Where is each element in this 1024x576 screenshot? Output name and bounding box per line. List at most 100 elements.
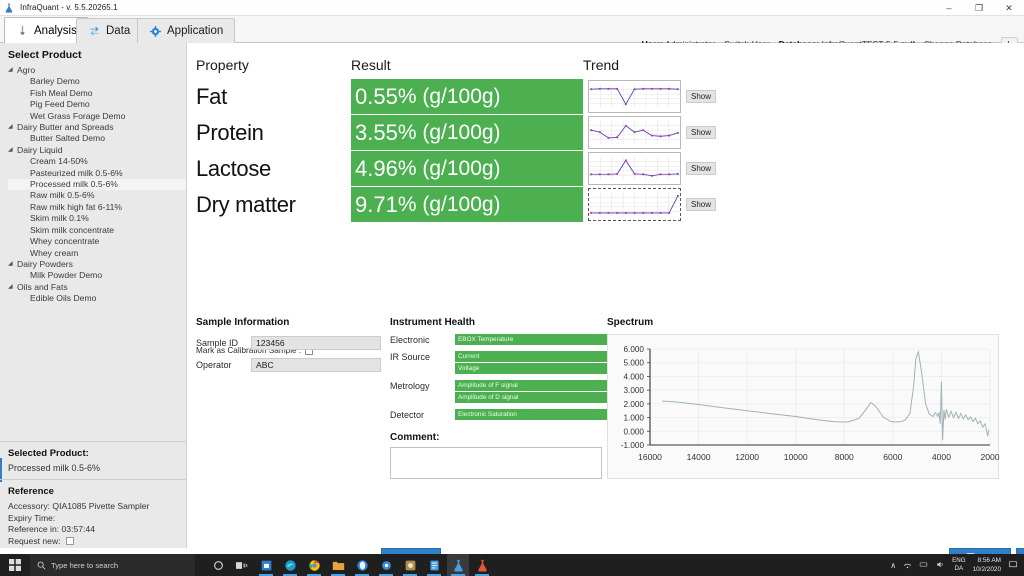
tree-item-pasteurized-milk-0-5-6-[interactable]: Pasteurized milk 0.5-6%	[8, 168, 186, 179]
tree-item-cream-14-50-[interactable]: Cream 14-50%	[8, 156, 186, 167]
taskbar-flask-app-icon[interactable]	[447, 554, 469, 576]
result-unit: % (g/100g)	[397, 192, 501, 216]
tray-language[interactable]: ENG DA	[952, 557, 965, 573]
result-value-lactose: 4.96 % (g/100g)	[351, 151, 583, 186]
tab-application[interactable]: Application	[137, 18, 236, 43]
health-bars: Current Voltage	[455, 351, 608, 374]
tray-network-icon[interactable]	[903, 560, 912, 571]
taskbar-task-view-icon[interactable]	[231, 554, 253, 576]
tree-item-milk-powder-demo[interactable]: Milk Powder Demo	[8, 270, 186, 281]
tree-item-whey-concentrate[interactable]: Whey concentrate	[8, 236, 186, 247]
tree-item-raw-milk-0-5-6-[interactable]: Raw milk 0.5-6%	[8, 190, 186, 201]
tree-group-label: Agro	[17, 65, 36, 75]
tray-time: 8:56 AM	[977, 557, 1001, 564]
request-new-checkbox[interactable]	[65, 536, 74, 545]
tab-application-label: Application	[167, 25, 224, 37]
operator-input[interactable]: ABC	[251, 358, 381, 372]
taskbar-edge-icon[interactable]	[279, 554, 301, 576]
tree-item-skim-milk-0-1-[interactable]: Skim milk 0.1%	[8, 213, 186, 224]
tree-item-whey-cream[interactable]: Whey cream	[8, 248, 186, 259]
windows-start-icon[interactable]	[0, 554, 30, 576]
tree-group-oils-and-fats[interactable]: ◢ Oils and Fats	[8, 282, 186, 293]
taskbar-app-icon[interactable]	[399, 554, 421, 576]
tray-drive-icon[interactable]	[919, 560, 928, 571]
tree-item-fish-meal-demo[interactable]: Fish Meal Demo	[8, 88, 186, 99]
trend-point	[590, 88, 593, 91]
tree-group-dairy-powders[interactable]: ◢ Dairy Powders	[8, 259, 186, 270]
trend-sparkline[interactable]	[588, 116, 681, 149]
tray-notification-icon[interactable]	[1008, 560, 1018, 571]
tree-item-raw-milk-high-fat-6-11-[interactable]: Raw milk high fat 6-11%	[8, 202, 186, 213]
trend-sparkline[interactable]	[588, 188, 681, 221]
spectrum-chart[interactable]: 6.000 5.000 4.000 3.000 2.000 1.000 0.000 -1.00…	[608, 335, 1000, 480]
search-placeholder: Type here to search	[51, 560, 119, 570]
health-row-metrology: Metrology Amplitude of F signal Amplitude …	[390, 380, 620, 403]
health-row-electronic: Electronic EBOX Temperature	[390, 334, 620, 345]
probe-icon	[16, 24, 29, 37]
taskbar-infraquant-icon[interactable]	[471, 554, 493, 576]
trend-point	[659, 212, 662, 214]
taskbar-cortana-icon[interactable]	[207, 554, 229, 576]
tray-clock[interactable]: 8:56 AM 10/2/2020	[973, 556, 1001, 574]
comment-input[interactable]	[390, 447, 602, 479]
tree-item-processed-milk-0-5-6-[interactable]: Processed milk 0.5-6%	[8, 179, 186, 191]
request-new-row: Request new:	[8, 536, 178, 548]
trend-point	[668, 173, 671, 176]
product-tree[interactable]: ◢ Agro Barley Demo Fish Meal Demo Pig Feed D…	[0, 65, 186, 305]
spectrum-x-tick: 12000	[735, 452, 759, 462]
tray-chevron-up-icon[interactable]: ∧	[890, 561, 896, 570]
sample-id-input[interactable]: 123456	[251, 336, 381, 350]
trend-point	[642, 212, 645, 214]
trend-sparkline[interactable]	[588, 80, 681, 113]
operator-label: Operator	[196, 360, 232, 370]
trend-point	[633, 131, 636, 134]
tree-item-skim-milk-concentrate[interactable]: Skim milk concentrate	[8, 225, 186, 236]
tree-group-agro[interactable]: ◢ Agro	[8, 65, 186, 76]
trend-point	[607, 212, 610, 214]
tree-group-dairy-liquid[interactable]: ◢ Dairy Liquid	[8, 145, 186, 156]
taskbar-chrome-icon[interactable]	[303, 554, 325, 576]
trend-point	[598, 131, 601, 134]
maximize-button[interactable]: ❐	[964, 0, 994, 16]
taskbar-media-icon[interactable]	[351, 554, 373, 576]
result-unit: % (g/100g)	[397, 84, 501, 108]
tree-item-pig-feed-demo[interactable]: Pig Feed Demo	[8, 99, 186, 110]
minimize-button[interactable]: –	[934, 0, 964, 16]
sample-id-label: Sample ID	[196, 338, 239, 348]
taskbar-folder-icon[interactable]	[327, 554, 349, 576]
expand-caret-icon[interactable]: ◢	[8, 145, 14, 156]
health-status-bar: Amplitude of D signal	[455, 392, 608, 403]
trend-point	[590, 129, 593, 132]
tray-volume-icon[interactable]	[935, 560, 945, 571]
close-button[interactable]: ✕	[994, 0, 1024, 16]
spectrum-y-tick: 4.000	[624, 372, 645, 381]
expand-caret-icon[interactable]: ◢	[8, 282, 14, 293]
tree-group-dairy-butter-and-spreads[interactable]: ◢ Dairy Butter and Spreads	[8, 122, 186, 133]
tree-item-barley-demo[interactable]: Barley Demo	[8, 76, 186, 87]
reference-title: Reference	[8, 486, 54, 497]
tree-item-wet-grass-forage-demo[interactable]: Wet Grass Forage Demo	[8, 111, 186, 122]
taskbar-settings-icon[interactable]	[375, 554, 397, 576]
expand-caret-icon[interactable]: ◢	[8, 65, 14, 76]
taskbar-store-icon[interactable]	[255, 554, 277, 576]
trend-sparkline[interactable]	[588, 152, 681, 185]
trend-point	[607, 87, 610, 90]
show-trend-button[interactable]: Show	[685, 90, 716, 103]
show-trend-button[interactable]: Show	[685, 126, 716, 139]
tree-item-butter-salted-demo[interactable]: Butter Salted Demo	[8, 133, 186, 144]
expand-caret-icon[interactable]: ◢	[8, 122, 14, 133]
spectrum-x-tick: 4000	[932, 452, 951, 462]
sidebar: Select Product ◢ Agro Barley Demo Fish Meal…	[0, 43, 187, 548]
trend-point	[676, 194, 679, 197]
show-trend-button[interactable]: Show	[685, 162, 716, 175]
tree-item-edible-oils-demo[interactable]: Edible Oils Demo	[8, 293, 186, 304]
search-input[interactable]: Type here to search	[30, 554, 195, 576]
reference-panel: Reference Accessory: QIA1085 Pivette Sam…	[0, 479, 186, 553]
tab-data[interactable]: Data	[76, 18, 143, 43]
show-trend-button[interactable]: Show	[685, 198, 716, 211]
trend-point	[676, 172, 679, 175]
health-row-detector: Detector Electronic Saturation	[390, 409, 620, 420]
taskbar-notes-icon[interactable]	[423, 554, 445, 576]
expand-caret-icon[interactable]: ◢	[8, 259, 14, 270]
sample-id-row: Sample ID 123456	[196, 336, 391, 350]
